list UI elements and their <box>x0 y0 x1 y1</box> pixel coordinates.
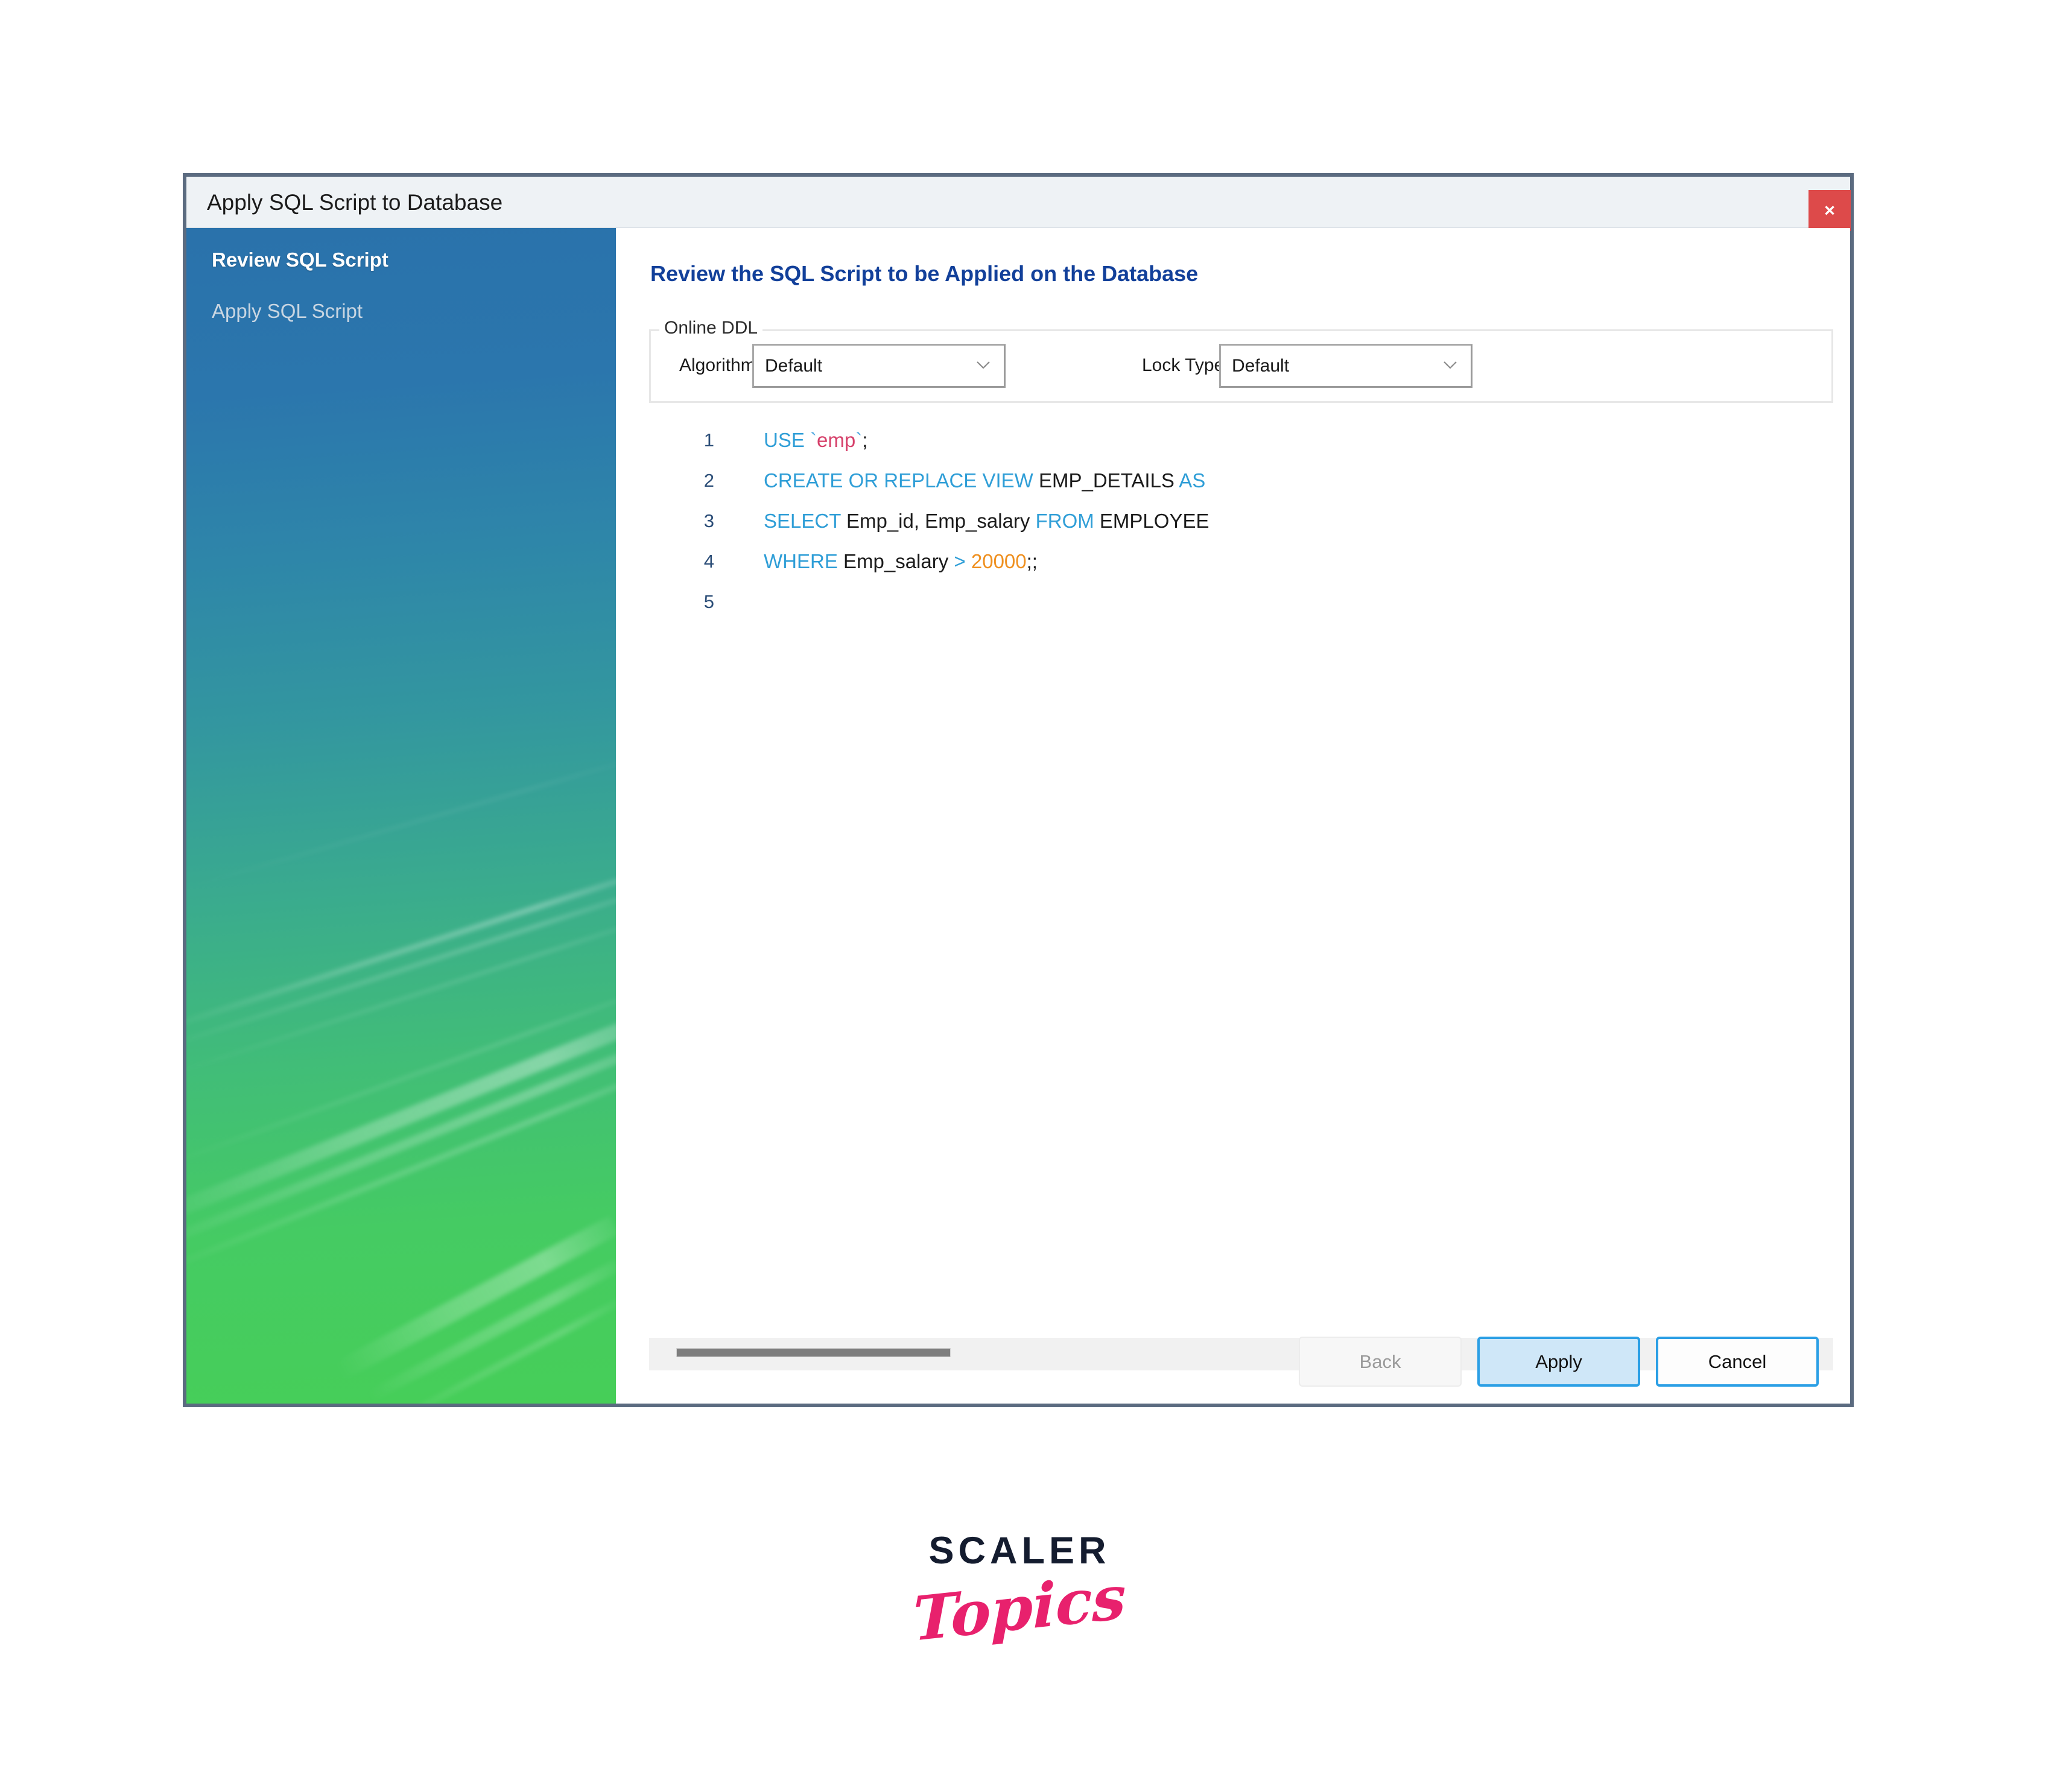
lock-type-label: Lock Type: <box>1142 355 1229 375</box>
code-line: 1 USE `emp`; <box>649 420 1833 460</box>
sidebar-decoration-streak <box>186 911 616 1078</box>
code-line-text: WHERE Emp_salary > 20000;; <box>764 550 1038 573</box>
code-line: 3 SELECT Emp_id, Emp_salary FROM EMPLOYEE <box>649 501 1833 541</box>
page-title: Review the SQL Script to be Applied on t… <box>650 261 1199 286</box>
line-number: 1 <box>703 429 714 451</box>
content-pane: Review the SQL Script to be Applied on t… <box>616 228 1850 1404</box>
scrollbar-thumb[interactable] <box>676 1348 951 1357</box>
sidebar-decoration-streak <box>364 1259 616 1404</box>
sidebar-decoration-streak <box>186 983 616 1173</box>
sidebar-decoration-streak <box>186 996 616 1233</box>
code-token: 20000 <box>971 549 1027 572</box>
code-line: 2 CREATE OR REPLACE VIEW EMP_DETAILS AS <box>649 460 1833 501</box>
sidebar-decoration-streak <box>390 1297 616 1404</box>
code-token: EMP_DETAILS <box>1038 469 1179 492</box>
code-token: Emp_id, Emp_salary <box>846 509 1036 532</box>
sql-script-editor[interactable]: 1 USE `emp`; 2 CREATE OR REPLACE VIEW EMP_D… <box>649 420 1833 1294</box>
sidebar-decoration-streak <box>186 755 616 894</box>
code-line-text: CREATE OR REPLACE VIEW EMP_DETAILS AS <box>764 469 1205 492</box>
dialog-title: Apply SQL Script to Database <box>207 190 503 215</box>
algorithm-selected-value: Default <box>765 356 823 376</box>
code-token: ` <box>855 428 863 451</box>
line-number: 2 <box>703 469 714 491</box>
sidebar-decoration-streak <box>186 882 616 1054</box>
sidebar-decoration-streak <box>186 1026 616 1257</box>
code-token: CREATE OR REPLACE VIEW <box>764 469 1039 492</box>
algorithm-label: Algorithm: <box>679 355 761 375</box>
line-number: 5 <box>703 590 714 612</box>
code-line-text: SELECT Emp_id, Emp_salary FROM EMPLOYEE <box>764 510 1209 533</box>
online-ddl-groupbox: Online DDL Algorithm: Default Lock Type: <box>649 318 1833 403</box>
chevron-down-icon <box>976 360 991 370</box>
code-token: Emp_salary <box>843 549 954 572</box>
logo-sub-text: Topics <box>913 1561 1126 1655</box>
code-token: ` <box>810 428 817 451</box>
code-token: EMPLOYEE <box>1099 509 1209 532</box>
code-token: ; <box>862 428 868 451</box>
lock-type-select[interactable]: Default <box>1219 344 1472 388</box>
code-token: USE <box>764 428 811 451</box>
scaler-topics-logo: SCALER Topics <box>893 1532 1146 1683</box>
code-token: > <box>954 549 971 572</box>
apply-button[interactable]: Apply <box>1477 1337 1640 1387</box>
sidebar-decoration-streak <box>332 1215 616 1382</box>
wizard-sidebar: Review SQL Script Apply SQL Script <box>186 228 616 1404</box>
code-token: WHERE <box>764 549 843 572</box>
sidebar-decoration-streak <box>186 1057 616 1281</box>
dialog-titlebar: Apply SQL Script to Database × <box>186 177 1851 231</box>
sidebar-item-review-sql-script[interactable]: Review SQL Script <box>212 250 616 270</box>
algorithm-select[interactable]: Default <box>752 344 1006 388</box>
code-token: AS <box>1179 469 1206 492</box>
code-line: 4 WHERE Emp_salary > 20000;; <box>649 541 1833 581</box>
apply-sql-script-dialog: Apply SQL Script to Database × Review SQ… <box>183 173 1854 1407</box>
code-token: ;; <box>1026 549 1038 572</box>
line-number: 3 <box>703 510 714 531</box>
lock-type-selected-value: Default <box>1232 356 1290 376</box>
code-line-text: USE `emp`; <box>764 429 867 452</box>
code-token: SELECT <box>764 509 846 532</box>
code-token: emp <box>817 428 856 451</box>
online-ddl-controls: Algorithm: Default Lock Type: Default <box>651 331 1831 401</box>
code-token: FROM <box>1035 509 1100 532</box>
sidebar-decoration-streak <box>186 863 616 1036</box>
wizard-step-list: Review SQL Script Apply SQL Script <box>186 228 616 321</box>
cancel-button[interactable]: Cancel <box>1656 1337 1819 1387</box>
code-line: 5 <box>649 581 1833 622</box>
close-icon[interactable]: × <box>1808 190 1851 231</box>
line-number: 4 <box>703 550 714 572</box>
back-button[interactable]: Back <box>1299 1337 1462 1387</box>
dialog-button-row: Back Apply Cancel <box>1299 1337 1819 1387</box>
sidebar-item-apply-sql-script[interactable]: Apply SQL Script <box>212 301 616 321</box>
chevron-down-icon <box>1443 360 1457 370</box>
dialog-body: Review SQL Script Apply SQL Script Revie… <box>186 228 1850 1404</box>
